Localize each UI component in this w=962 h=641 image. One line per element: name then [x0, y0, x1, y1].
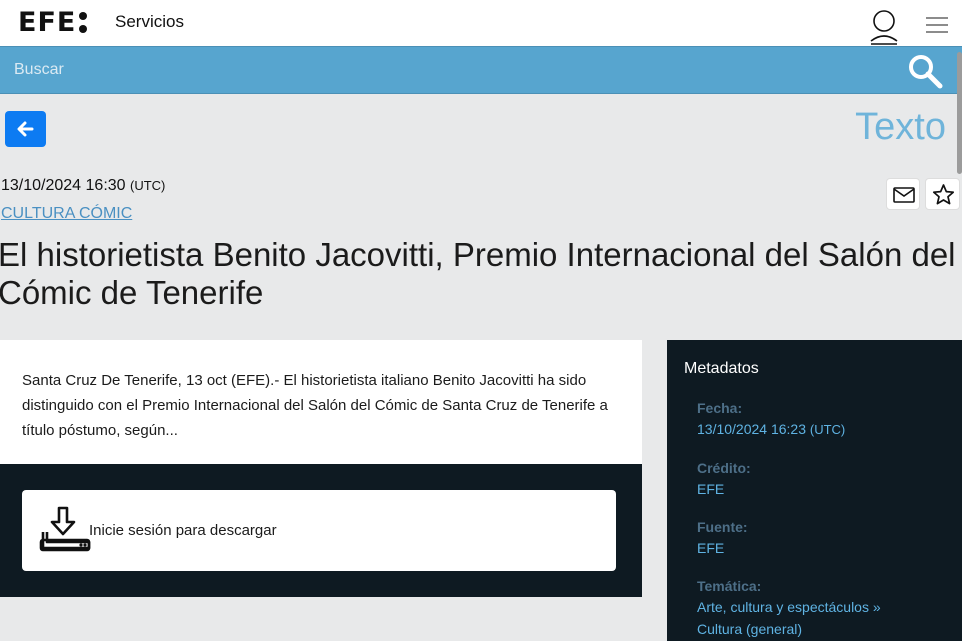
- envelope-icon: [893, 187, 915, 203]
- metadata-topic-link-1[interactable]: Arte, cultura y espectáculos »: [697, 596, 962, 618]
- metadata-date: Fecha: 13/10/2024 16:23 (UTC): [697, 398, 962, 441]
- page-scrollbar[interactable]: [957, 52, 962, 174]
- metadata-date-timezone: (UTC): [809, 422, 846, 437]
- arrow-left-icon: [17, 121, 34, 137]
- metadata-topic: Temática: Arte, cultura y espectáculos »…: [697, 576, 962, 640]
- metadata-title: Metadatos: [684, 360, 759, 377]
- download-panel: Inicie sesión para descargar: [0, 464, 642, 597]
- user-icon[interactable]: [868, 9, 900, 45]
- download-tray-icon: [39, 506, 91, 552]
- document-type-label: Texto: [855, 106, 946, 148]
- category-link[interactable]: CULTURA CÓMIC: [1, 205, 132, 223]
- service-label: Servicios: [115, 12, 184, 31]
- article-datetime: 13/10/2024 16:30 (UTC): [1, 177, 165, 195]
- metadata-date-value: 13/10/2024 16:23 (UTC): [697, 418, 962, 441]
- search-bar: [0, 46, 962, 94]
- download-login-button[interactable]: Inicie sesión para descargar: [22, 490, 616, 571]
- article-summary: Santa Cruz De Tenerife, 13 oct (EFE).- E…: [22, 372, 608, 439]
- hamburger-menu-icon[interactable]: [926, 16, 948, 34]
- logo-text: EFE: [18, 6, 77, 38]
- article-summary-card: Santa Cruz De Tenerife, 13 oct (EFE).- E…: [0, 340, 642, 464]
- metadata-date-label: Fecha:: [697, 400, 743, 416]
- logo-colon-mark: [79, 11, 88, 33]
- metadata-source-label: Fuente:: [697, 519, 748, 535]
- top-bar: EFE Servicios: [0, 0, 962, 46]
- metadata-credit: Crédito: EFE: [697, 458, 962, 500]
- metadata-date-text: 13/10/2024 16:23: [697, 421, 806, 437]
- metadata-panel: Metadatos Fecha: 13/10/2024 16:23 (UTC) …: [667, 340, 962, 641]
- back-button[interactable]: [5, 111, 46, 147]
- star-icon: [932, 184, 955, 205]
- search-icon[interactable]: [906, 52, 944, 90]
- metadata-topic-label: Temática:: [697, 578, 762, 594]
- article-timezone: (UTC): [130, 178, 166, 193]
- metadata-credit-label: Crédito:: [697, 460, 751, 476]
- download-label: Inicie sesión para descargar: [89, 522, 277, 539]
- article-headline: El historietista Benito Jacovitti, Premi…: [0, 236, 956, 311]
- metadata-source-value: EFE: [697, 540, 725, 556]
- favorite-button[interactable]: [925, 178, 960, 210]
- search-input[interactable]: [0, 47, 890, 93]
- efe-logo[interactable]: EFE: [18, 6, 88, 38]
- metadata-source: Fuente: EFE: [697, 517, 962, 559]
- metadata-topic-link-2[interactable]: Cultura (general): [697, 618, 962, 640]
- metadata-credit-value: EFE: [697, 481, 725, 497]
- email-share-button[interactable]: [886, 178, 920, 210]
- article-datetime-value: 13/10/2024 16:30: [1, 177, 126, 194]
